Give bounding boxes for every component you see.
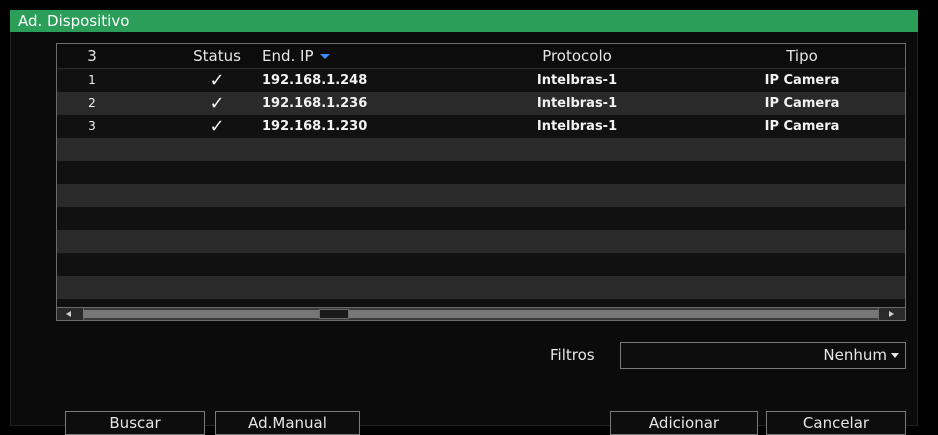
status-check-icon: ✓ bbox=[209, 116, 225, 137]
horizontal-scrollbar[interactable] bbox=[56, 307, 906, 321]
sort-desc-icon bbox=[319, 54, 330, 59]
row-protocolo: Intelbras-1 bbox=[536, 73, 618, 88]
row-tipo: IP Camera bbox=[764, 119, 840, 134]
row-tipo: IP Camera bbox=[764, 73, 840, 88]
row-protocolo: Intelbras-1 bbox=[536, 96, 618, 111]
scroll-right-button[interactable] bbox=[878, 308, 905, 320]
arrow-right-icon bbox=[889, 311, 894, 317]
column-status[interactable]: Status bbox=[177, 44, 257, 68]
empty-row bbox=[57, 230, 905, 253]
scroll-left-button[interactable] bbox=[57, 308, 84, 320]
row-number: 3 bbox=[88, 119, 96, 133]
column-tipo[interactable]: Tipo bbox=[717, 44, 887, 68]
add-button[interactable]: Adicionar bbox=[610, 411, 758, 435]
column-count[interactable]: 3 bbox=[57, 44, 127, 68]
add-device-dialog: Ad. Dispositivo 3 Status End. IP Protoco… bbox=[10, 10, 918, 435]
table-row[interactable]: 3 ✓ 192.168.1.230 Intelbras-1 IP Camera bbox=[57, 115, 905, 138]
row-ip: 192.168.1.230 bbox=[262, 119, 368, 134]
search-button[interactable]: Buscar bbox=[65, 411, 205, 435]
filters-label: Filtros bbox=[550, 346, 595, 364]
row-number: 1 bbox=[88, 73, 96, 87]
status-check-icon: ✓ bbox=[209, 70, 225, 91]
row-ip: 192.168.1.248 bbox=[262, 73, 368, 88]
row-number: 2 bbox=[88, 96, 96, 110]
filters-dropdown[interactable]: Nenhum bbox=[620, 342, 906, 369]
status-check-icon: ✓ bbox=[209, 93, 225, 114]
row-protocolo: Intelbras-1 bbox=[536, 119, 618, 134]
dialog-title: Ad. Dispositivo bbox=[10, 10, 918, 32]
column-ip-label: End. IP bbox=[262, 47, 314, 65]
table-header: 3 Status End. IP Protocolo Tipo bbox=[57, 44, 905, 69]
empty-row bbox=[57, 184, 905, 207]
chevron-down-icon bbox=[891, 353, 899, 358]
row-ip: 192.168.1.236 bbox=[262, 96, 368, 111]
column-ip[interactable]: End. IP bbox=[262, 44, 432, 68]
scrollbar-track[interactable] bbox=[83, 310, 879, 318]
scrollbar-thumb[interactable] bbox=[319, 309, 349, 319]
arrow-left-icon bbox=[66, 311, 71, 317]
device-table: 3 Status End. IP Protocolo Tipo 1 ✓ 192.… bbox=[56, 43, 906, 320]
empty-row bbox=[57, 138, 905, 161]
column-protocolo[interactable]: Protocolo bbox=[487, 44, 667, 68]
empty-row bbox=[57, 276, 905, 299]
table-row[interactable]: 1 ✓ 192.168.1.248 Intelbras-1 IP Camera bbox=[57, 69, 905, 92]
empty-row bbox=[57, 161, 905, 184]
empty-row bbox=[57, 207, 905, 230]
empty-row bbox=[57, 253, 905, 276]
cancel-button[interactable]: Cancelar bbox=[766, 411, 906, 435]
table-row[interactable]: 2 ✓ 192.168.1.236 Intelbras-1 IP Camera bbox=[57, 92, 905, 115]
filters-selected-value: Nenhum bbox=[823, 346, 887, 364]
row-tipo: IP Camera bbox=[764, 96, 840, 111]
manual-add-button[interactable]: Ad.Manual bbox=[215, 411, 360, 435]
